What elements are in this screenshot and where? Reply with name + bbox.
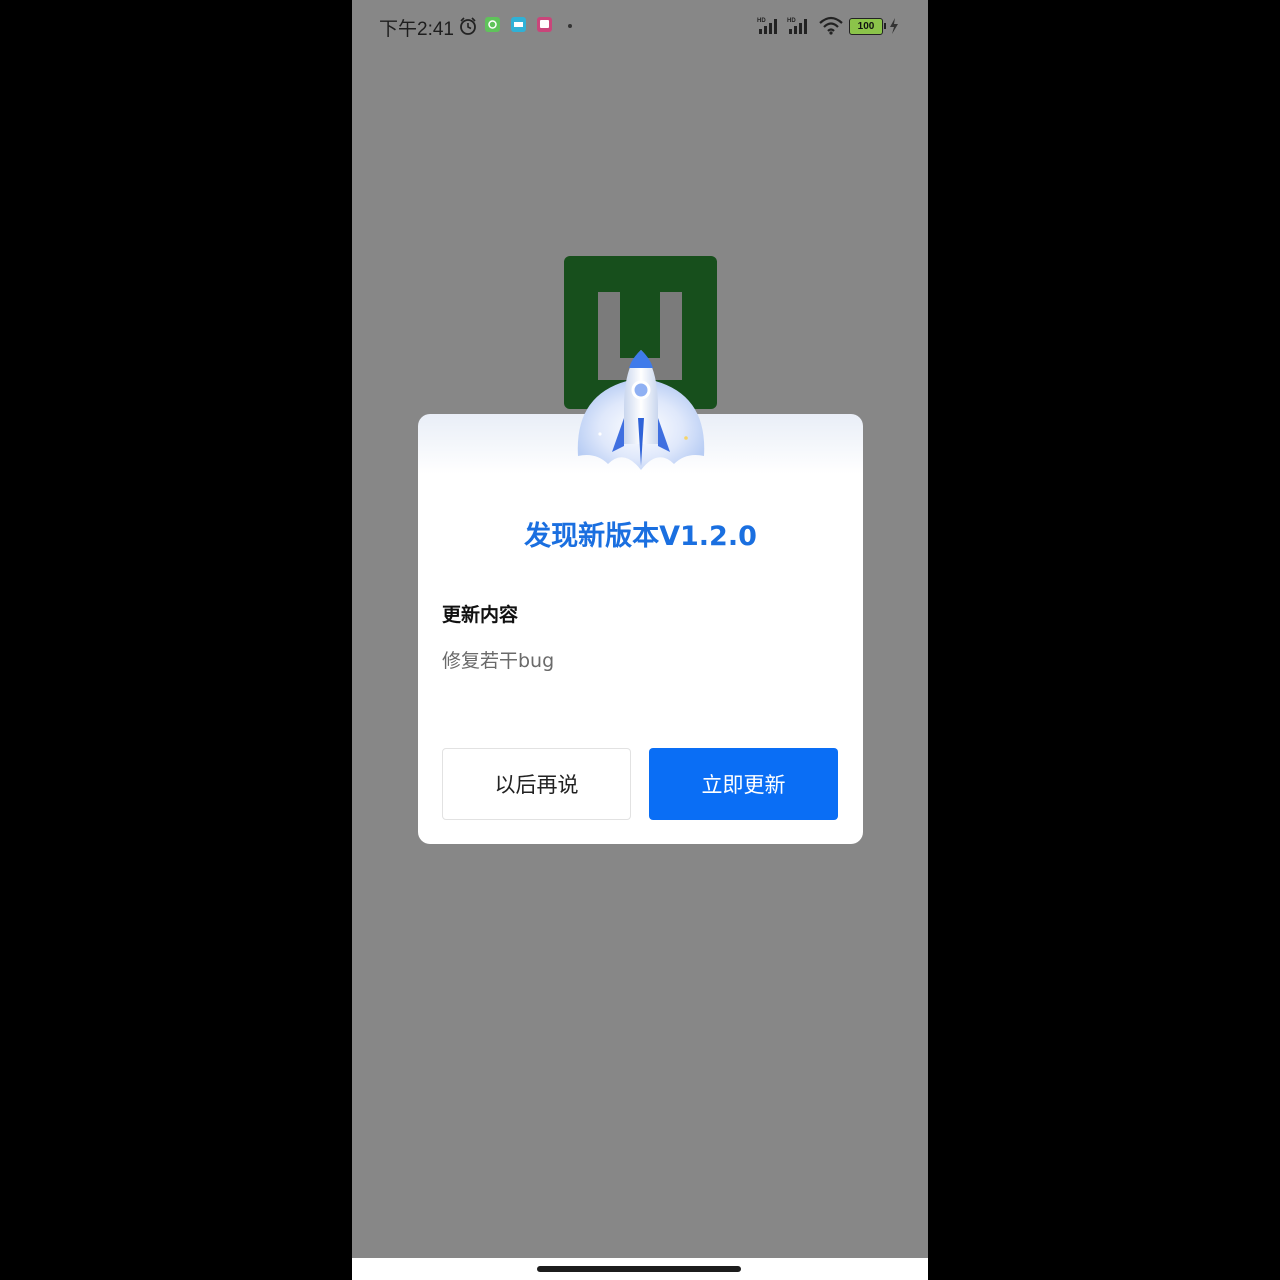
dialog-title: 发现新版本V1.2.0 [524, 521, 757, 552]
notification-app-icon [537, 17, 552, 32]
app-background: 下午2:41 HD HD 100 发现新版本V1.2.0 更新内容 修复若干bu… [352, 0, 928, 1258]
update-dialog: 发现新版本V1.2.0 更新内容 修复若干bug 以后再说 立即更新 [418, 350, 863, 844]
rocket-icon [577, 350, 705, 470]
notification-app-icon [485, 17, 500, 32]
update-content-label: 更新内容 [442, 604, 519, 626]
signal-hd-icon: HD [757, 18, 777, 34]
signal-hd-icon: HD [787, 18, 807, 34]
status-time: 下午2:41 [379, 19, 454, 40]
alarm-icon [460, 17, 476, 35]
status-bar: 下午2:41 HD HD 100 [352, 0, 928, 52]
notification-app-icon [511, 17, 526, 32]
update-content-text: 修复若干bug [442, 650, 555, 672]
battery-icon: 100 [849, 18, 883, 35]
home-indicator[interactable] [537, 1266, 741, 1272]
charging-icon [890, 18, 898, 34]
update-now-button[interactable]: 立即更新 [649, 748, 838, 820]
more-notifications-dot [568, 24, 572, 28]
svg-text:HD: HD [757, 18, 766, 24]
svg-text:HD: HD [787, 18, 796, 24]
wifi-icon [819, 16, 843, 35]
battery-cap [884, 23, 886, 29]
later-button[interactable]: 以后再说 [442, 748, 631, 820]
phone-frame: 下午2:41 HD HD 100 发现新版本V1.2.0 更新内容 修复若干bu… [352, 0, 928, 1280]
